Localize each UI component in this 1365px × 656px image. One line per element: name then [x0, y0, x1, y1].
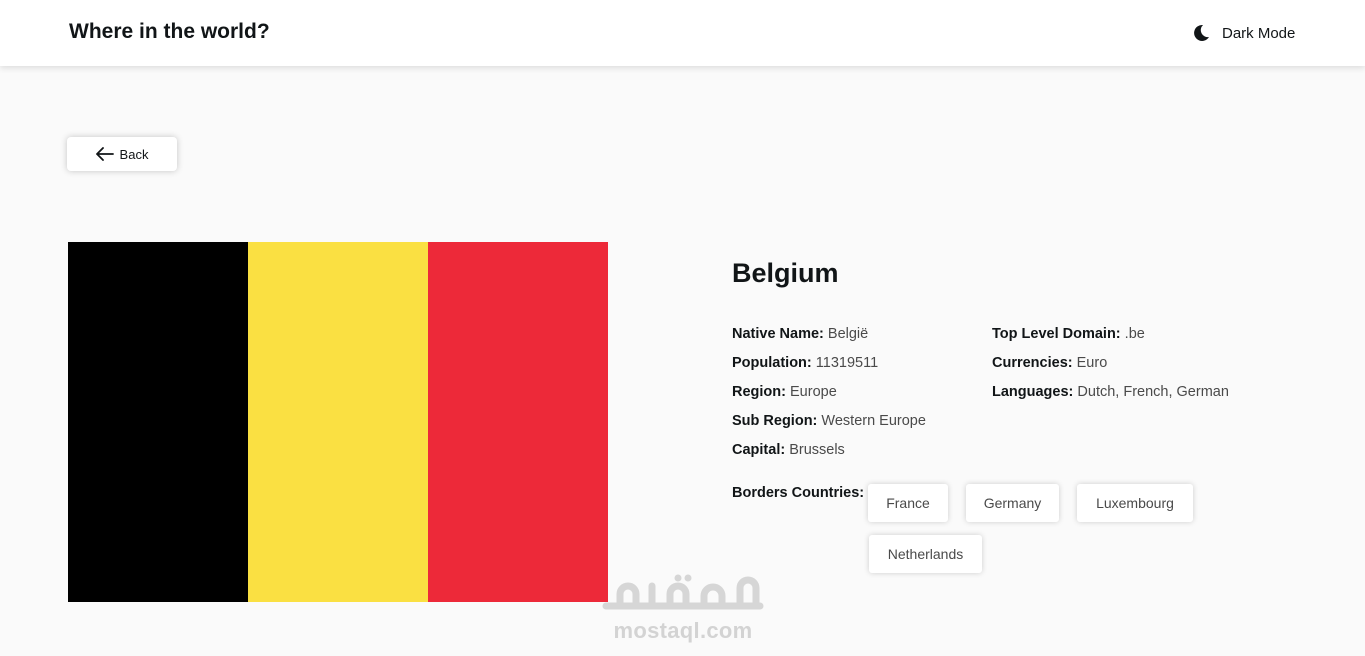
info-sub-region: Sub Region: Western Europe	[732, 413, 926, 429]
info-population: Population: 11319511	[732, 355, 879, 371]
info-native-name: Native Name: België	[732, 326, 869, 342]
info-capital: Capital: Brussels	[732, 442, 845, 458]
back-button[interactable]: Back	[67, 137, 177, 171]
flag-stripe-yellow	[248, 242, 428, 602]
info-languages: Languages: Dutch, French, German	[992, 384, 1229, 400]
border-chip-luxembourg[interactable]: Luxembourg	[1077, 484, 1193, 522]
country-details: Belgium Native Name: België Population: …	[732, 258, 1332, 458]
flag-stripe-red	[428, 242, 608, 602]
watermark: mostaql.com	[600, 572, 766, 643]
info-top-level-domain: Top Level Domain: .be	[992, 326, 1145, 342]
info-currencies: Currencies: Euro	[992, 355, 1108, 371]
watermark-logo-icon	[600, 572, 766, 616]
app-title: Where in the world?	[69, 20, 270, 43]
watermark-text: mostaql.com	[613, 618, 753, 643]
borders-label: Borders Countries:	[732, 485, 865, 501]
border-chip-germany[interactable]: Germany	[966, 484, 1059, 522]
border-chip-netherlands[interactable]: Netherlands	[869, 535, 982, 573]
dark-mode-toggle[interactable]: Dark Mode	[1193, 22, 1295, 44]
back-label: Back	[119, 146, 149, 162]
info-column-right: Top Level Domain: .be Currencies: Euro L…	[992, 320, 1229, 407]
info-column-left: Native Name: België Population: 11319511…	[732, 320, 926, 465]
country-name: Belgium	[732, 258, 839, 288]
info-region: Region: Europe	[732, 384, 837, 400]
moon-icon	[1193, 24, 1210, 42]
arrow-left-icon	[95, 147, 114, 161]
dark-mode-label: Dark Mode	[1222, 24, 1296, 42]
flag-stripe-black	[68, 242, 248, 602]
country-flag	[68, 242, 608, 602]
border-chip-france[interactable]: France	[868, 484, 948, 522]
app-header: Where in the world? Dark Mode	[0, 0, 1365, 66]
